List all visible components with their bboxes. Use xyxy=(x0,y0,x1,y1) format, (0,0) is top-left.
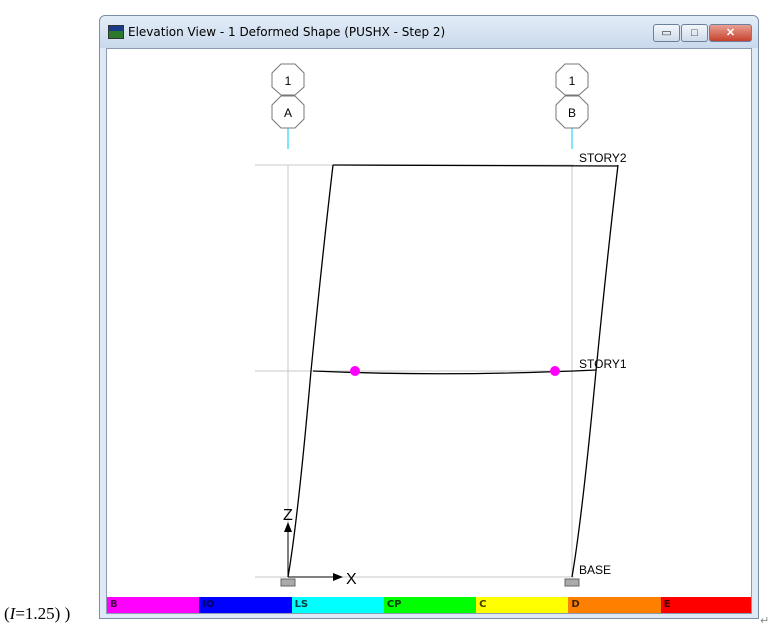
close-button[interactable]: ✕ xyxy=(709,24,752,42)
legend-item-b: B xyxy=(107,597,200,613)
paragraph-mark: ↵ xyxy=(760,614,770,627)
drawing-area[interactable]: 1 A 1 B STORY2 STORY1 BASE Z X B IO LS C… xyxy=(106,48,752,614)
z-axis-label: Z xyxy=(283,507,293,524)
title-bar[interactable]: Elevation View - 1 Deformed Shape (PUSHX… xyxy=(100,16,758,48)
support-b[interactable] xyxy=(564,578,580,587)
support-a[interactable] xyxy=(280,578,296,587)
level-label-story2: STORY2 xyxy=(579,151,627,165)
level-label-base: BASE xyxy=(579,563,611,577)
deformed-beam-story2[interactable] xyxy=(332,164,619,167)
maximize-button[interactable]: □ xyxy=(681,24,708,42)
minimize-button[interactable]: ▭ xyxy=(653,24,680,42)
bubble-label-a: A xyxy=(284,106,292,120)
elevation-view-window[interactable]: Elevation View - 1 Deformed Shape (PUSHX… xyxy=(99,15,759,619)
plastic-hinge-right[interactable] xyxy=(550,366,560,376)
legend-item-d: D xyxy=(568,597,661,613)
structure-drawing: 1 A 1 B STORY2 STORY1 BASE Z X xyxy=(255,63,627,588)
level-label-story1: STORY1 xyxy=(579,357,627,371)
hinge-state-legend: B IO LS CP C D E xyxy=(107,597,751,613)
legend-item-e: E xyxy=(660,597,751,613)
x-axis-label: X xyxy=(346,571,357,588)
x-axis-arrow-icon xyxy=(333,573,343,581)
caption-text: (I=1.25) ) xyxy=(4,604,71,623)
plastic-hinge-left[interactable] xyxy=(350,366,360,376)
legend-item-cp: CP xyxy=(383,597,477,613)
bubble-label-1-b: 1 xyxy=(569,74,576,88)
legend-item-c: C xyxy=(476,597,569,613)
bubble-label-b: B xyxy=(568,106,576,120)
app-icon xyxy=(108,25,124,39)
bubble-label-1-a: 1 xyxy=(285,74,292,88)
window-title: Elevation View - 1 Deformed Shape (PUSHX… xyxy=(128,25,446,39)
legend-item-io: IO xyxy=(199,597,292,613)
legend-item-ls: LS xyxy=(291,597,384,613)
